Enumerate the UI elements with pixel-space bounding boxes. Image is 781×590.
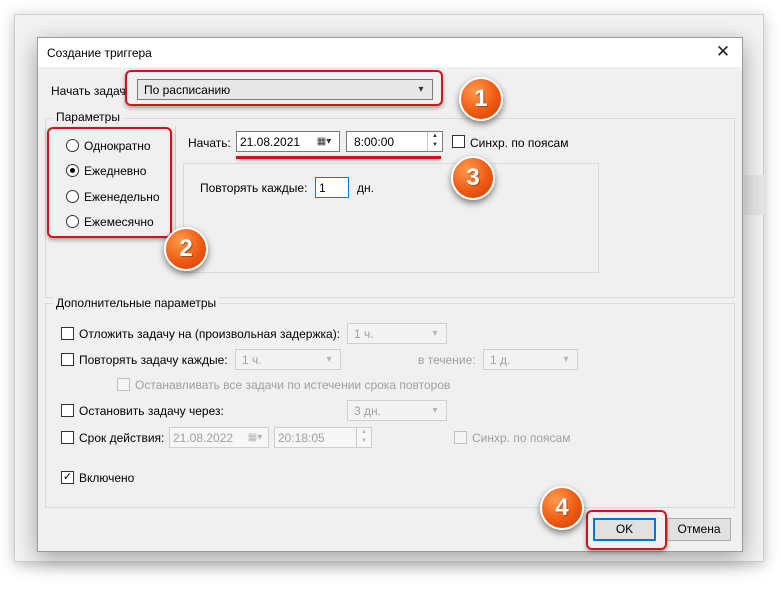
time-spinner[interactable]: ▲ ▼ [427, 132, 442, 151]
start-time-field[interactable]: 8:00:00 ▲ ▼ [346, 131, 443, 152]
chevron-down-icon: ▾ [326, 354, 332, 365]
recurrence-panel [183, 163, 599, 273]
repeat-every-label: Повторять каждые: [200, 181, 308, 195]
expire-time-value: 20:18:05 [278, 431, 325, 445]
enabled-checkbox[interactable]: ✓ [61, 471, 74, 484]
expire-sync-checkbox[interactable] [454, 431, 467, 444]
step-badge-4: 4 [540, 486, 584, 530]
title-bar: Создание триггера ✕ [38, 38, 742, 67]
calendar-dropdown-icon[interactable]: ▦▾ [311, 134, 337, 149]
delay-value: 1 ч. [354, 327, 374, 341]
spin-down-icon[interactable]: ▼ [357, 437, 371, 446]
start-date-picker[interactable]: 21.08.2021 ▦▾ [236, 131, 340, 152]
time-spinner[interactable]: ▲ ▼ [356, 428, 371, 447]
step-badge-2: 2 [164, 227, 208, 271]
delay-select[interactable]: 1 ч. ▾ [347, 323, 447, 344]
parameters-group-title: Параметры [53, 110, 123, 124]
dialog-title: Создание триггера [47, 46, 152, 60]
expire-date-value: 21.08.2022 [173, 431, 234, 445]
sync-timezones-label[interactable]: Синхр. по поясам [470, 136, 568, 150]
stop-all-checkbox[interactable] [117, 378, 130, 391]
background-window-edge [744, 175, 764, 215]
stop-after-checkbox[interactable] [61, 404, 74, 417]
calendar-dropdown-icon[interactable]: ▦▾ [242, 430, 268, 445]
repeat-days-input[interactable]: 1 [315, 177, 349, 198]
start-time-value: 8:00:00 [354, 135, 395, 149]
chevron-down-icon: ▾ [432, 328, 438, 339]
begin-task-label: Начать задач [51, 84, 126, 98]
highlight-begin-task [125, 70, 443, 106]
stop-after-value: 3 дн. [354, 404, 381, 418]
close-icon[interactable]: ✕ [714, 43, 732, 61]
delay-label[interactable]: Отложить задачу на (произвольная задержк… [79, 327, 340, 341]
delay-checkbox[interactable] [61, 327, 74, 340]
cancel-button[interactable]: Отмена [667, 518, 731, 541]
enabled-label[interactable]: Включено [79, 471, 134, 485]
highlight-ok-button [586, 510, 667, 550]
expire-time-field[interactable]: 20:18:05 ▲ ▼ [274, 427, 372, 448]
advanced-group-title: Дополнительные параметры [53, 296, 220, 310]
spin-down-icon[interactable]: ▼ [428, 141, 442, 150]
spin-up-icon[interactable]: ▲ [357, 428, 371, 437]
highlight-schedule-options [47, 127, 172, 238]
begin-task-colon: : [121, 84, 125, 98]
during-select[interactable]: 1 д. ▾ [483, 349, 578, 370]
start-date-value: 21.08.2021 [240, 135, 301, 149]
start-label: Начать: [188, 136, 231, 150]
repeat-days-unit: дн. [357, 181, 374, 195]
repeat-task-label[interactable]: Повторять задачу каждые: [79, 353, 228, 367]
expire-date-picker[interactable]: 21.08.2022 ▦▾ [169, 427, 269, 448]
repeat-task-checkbox[interactable] [61, 353, 74, 366]
repeat-task-value: 1 ч. [242, 353, 262, 367]
expire-sync-label: Синхр. по поясам [472, 431, 571, 445]
chevron-down-icon: ▾ [563, 354, 569, 365]
expire-label[interactable]: Срок действия: [79, 431, 164, 445]
during-label: в течение: [418, 353, 476, 367]
step-badge-3: 3 [451, 156, 495, 200]
stop-after-select[interactable]: 3 дн. ▾ [347, 400, 447, 421]
step-badge-1: 1 [459, 77, 503, 121]
chevron-down-icon: ▾ [432, 405, 438, 416]
stop-after-label[interactable]: Остановить задачу через: [79, 404, 224, 418]
create-trigger-dialog: Создание триггера ✕ Начать задач : По ра… [37, 37, 743, 552]
spin-up-icon[interactable]: ▲ [428, 132, 442, 141]
highlight-start-underline [236, 156, 441, 159]
repeat-days-value: 1 [319, 181, 326, 195]
sync-timezones-checkbox[interactable] [452, 135, 465, 148]
during-value: 1 д. [490, 353, 511, 367]
repeat-task-select[interactable]: 1 ч. ▾ [235, 349, 341, 370]
expire-checkbox[interactable] [61, 431, 74, 444]
stop-all-label: Останавливать все задачи по истечении ср… [135, 378, 451, 392]
